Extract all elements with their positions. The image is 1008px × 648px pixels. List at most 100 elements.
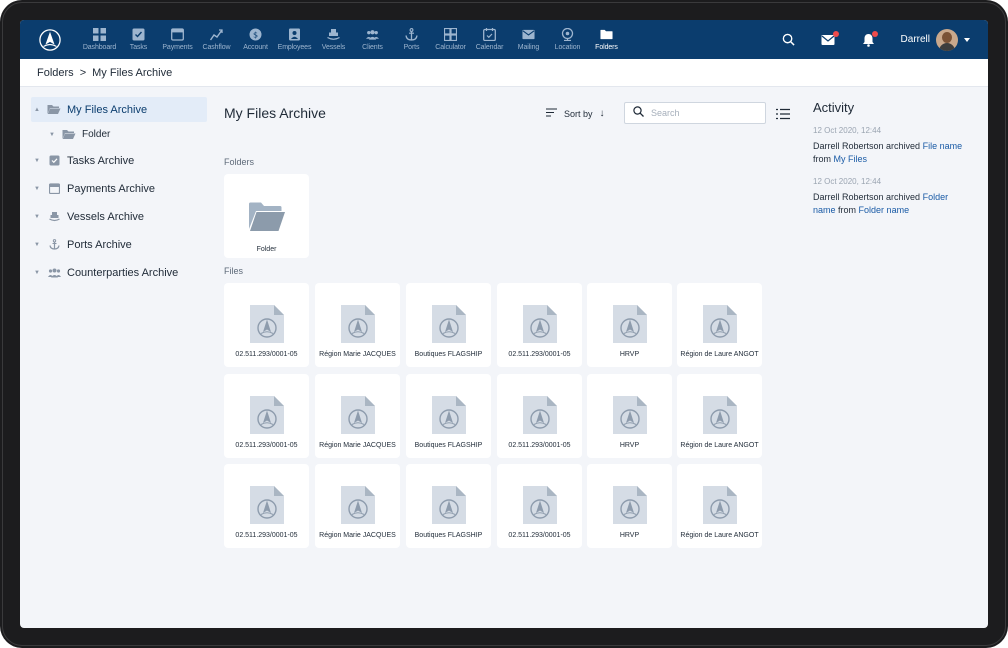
messages-icon[interactable] xyxy=(809,20,849,59)
breadcrumb-root[interactable]: Folders xyxy=(37,67,74,79)
chevron-down-icon[interactable]: ▼ xyxy=(31,270,43,276)
sidebar-item-vessels-archive[interactable]: ▼ Vessels Archive xyxy=(31,204,207,229)
breadcrumb-separator: > xyxy=(79,66,87,79)
nav-item-label: Dashboard xyxy=(82,44,117,51)
activity-target-link[interactable]: Folder name xyxy=(859,205,910,215)
chevron-down-icon xyxy=(964,37,970,42)
file-name: HRVP xyxy=(619,532,640,539)
nav-item-label: Folders xyxy=(595,44,618,51)
sort-button[interactable]: Sort by ↓ xyxy=(546,108,605,119)
file-card[interactable]: Région de Laure ANGOT xyxy=(677,464,762,548)
sidebar-item-ports-archive[interactable]: ▼ Ports Archive xyxy=(31,232,207,257)
chevron-down-icon[interactable]: ▼ xyxy=(31,158,43,164)
chevron-down-icon[interactable]: ▼ xyxy=(46,132,58,138)
nav-item-clients[interactable]: Clients xyxy=(353,20,392,59)
file-name: 02.511.293/0001-05 xyxy=(235,351,298,358)
sidebar-item-my-files-archive[interactable]: ▲ My Files Archive xyxy=(31,97,207,122)
tasks-icon xyxy=(132,28,145,41)
bell-notification-dot xyxy=(871,31,878,37)
file-icon xyxy=(340,396,375,434)
sidebar-item-counterparties-archive[interactable]: ▼ Counterparties Archive xyxy=(31,260,207,285)
file-card[interactable]: Région Marie JACQUES xyxy=(315,283,400,367)
file-card[interactable]: Région Marie JACQUES xyxy=(315,464,400,548)
file-card[interactable]: HRVP xyxy=(587,464,672,548)
file-card[interactable]: 02.511.293/0001-05 xyxy=(497,374,582,458)
sidebar-item-label: Counterparties Archive xyxy=(67,266,179,279)
nav-item-account[interactable]: $ Account xyxy=(236,20,275,59)
file-card[interactable]: Région Marie JACQUES xyxy=(315,374,400,458)
calculator-icon xyxy=(444,28,457,41)
sidebar-item-tasks-archive[interactable]: ▼ Tasks Archive xyxy=(31,148,207,173)
activity-date: 12 Oct 2020, 12:44 xyxy=(813,177,882,186)
file-card[interactable]: HRVP xyxy=(587,374,672,458)
nav-item-calculator[interactable]: Calculator xyxy=(431,20,470,59)
file-name: Région de Laure ANGOT xyxy=(680,442,759,449)
nav-item-cashflow[interactable]: Cashflow xyxy=(197,20,236,59)
file-icon xyxy=(431,396,466,434)
nav-item-calendar[interactable]: Calendar xyxy=(470,20,509,59)
sidebar-item-payments-archive[interactable]: ▼ Payments Archive xyxy=(31,176,207,201)
nav-item-ports[interactable]: Ports xyxy=(392,20,431,59)
file-card[interactable]: Boutiques FLAGSHIP xyxy=(406,283,491,367)
activity-verb: archived xyxy=(886,192,921,202)
chevron-down-icon[interactable]: ▼ xyxy=(31,214,43,220)
nav-right-tools: Darrell xyxy=(769,20,988,59)
folders-section-label: Folders xyxy=(224,157,255,167)
file-name: 02.511.293/0001-05 xyxy=(235,532,298,539)
file-card[interactable]: 02.511.293/0001-05 xyxy=(224,374,309,458)
nav-item-label: Mailing xyxy=(517,44,540,51)
nav-item-folders[interactable]: Folders xyxy=(587,20,626,59)
nav-item-vessels[interactable]: Vessels xyxy=(314,20,353,59)
sidebar-item-label: Tasks Archive xyxy=(67,154,135,167)
nav-item-location[interactable]: Location xyxy=(548,20,587,59)
file-name: 02.511.293/0001-05 xyxy=(508,351,571,358)
nav-item-label: Cashflow xyxy=(202,44,231,51)
user-name: Darrell xyxy=(900,34,930,45)
nav-item-mailing[interactable]: Mailing xyxy=(509,20,548,59)
archive-sidebar: ▲ My Files Archive ▼ Folder ▼ Tasks Arch… xyxy=(20,88,216,628)
chevron-up-icon[interactable]: ▲ xyxy=(31,107,43,113)
file-card[interactable]: Boutiques FLAGSHIP xyxy=(406,464,491,548)
sidebar-item-folder[interactable]: ▼ Folder xyxy=(46,122,206,147)
file-card[interactable]: 02.511.293/0001-05 xyxy=(497,464,582,548)
file-name: Boutiques FLAGSHIP xyxy=(414,442,483,449)
search-icon[interactable] xyxy=(769,20,809,59)
search-icon xyxy=(633,104,644,122)
file-icon xyxy=(522,305,557,343)
nav-item-tasks[interactable]: Tasks xyxy=(119,20,158,59)
sort-lines-icon xyxy=(546,108,557,119)
activity-panel: Activity 12 Oct 2020, 12:44 Darrell Rober… xyxy=(813,88,973,217)
sidebar-item-label: Vessels Archive xyxy=(67,210,145,223)
user-menu[interactable]: Darrell xyxy=(900,28,970,51)
folder-card[interactable]: Folder xyxy=(224,174,309,258)
app-logo-icon[interactable] xyxy=(20,20,80,59)
file-card[interactable]: Région de Laure ANGOT xyxy=(677,374,762,458)
file-card[interactable]: 02.511.293/0001-05 xyxy=(497,283,582,367)
activity-actor: Darrell Robertson xyxy=(813,141,884,151)
file-card[interactable]: 02.511.293/0001-05 xyxy=(224,464,309,548)
file-card[interactable]: Région de Laure ANGOT xyxy=(677,283,762,367)
file-card[interactable]: 02.511.293/0001-05 xyxy=(224,283,309,367)
search-input[interactable] xyxy=(651,108,761,118)
file-name: Région Marie JACQUES xyxy=(319,442,396,449)
activity-item-link[interactable]: File name xyxy=(923,141,963,151)
list-view-icon[interactable] xyxy=(776,107,790,120)
nav-item-payments[interactable]: Payments xyxy=(158,20,197,59)
nav-item-label: Payments xyxy=(162,44,193,51)
file-card[interactable]: Boutiques FLAGSHIP xyxy=(406,374,491,458)
nav-item-label: Tasks xyxy=(129,44,148,51)
nav-item-dashboard[interactable]: Dashboard xyxy=(80,20,119,59)
chevron-down-icon[interactable]: ▼ xyxy=(31,186,43,192)
vessels-icon xyxy=(327,28,340,41)
sidebar-item-label: Folder xyxy=(82,129,111,140)
chevron-down-icon[interactable]: ▼ xyxy=(31,242,43,248)
sidebar-item-label: Payments Archive xyxy=(67,182,156,195)
bell-icon[interactable] xyxy=(849,20,889,59)
nav-item-employees[interactable]: Employees xyxy=(275,20,314,59)
app-screen: Dashboard Tasks Payments Cashflow $ Account Em… xyxy=(20,20,988,628)
activity-target-link[interactable]: My Files xyxy=(834,154,868,164)
file-card[interactable]: HRVP xyxy=(587,283,672,367)
file-name: Boutiques FLAGSHIP xyxy=(414,532,483,539)
file-icon xyxy=(249,486,284,524)
file-icon xyxy=(612,305,647,343)
